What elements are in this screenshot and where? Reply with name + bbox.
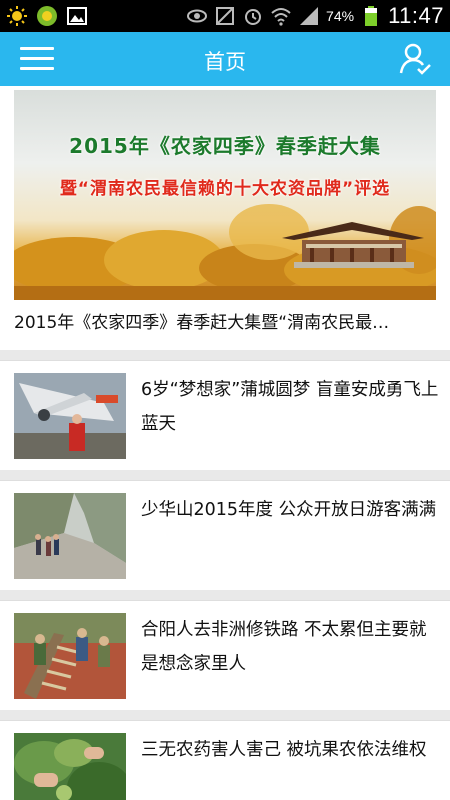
clock: 11:47 bbox=[388, 3, 444, 28]
article-thumbnail[interactable] bbox=[14, 613, 126, 699]
article-thumbnail[interactable] bbox=[14, 493, 126, 579]
user-check-icon[interactable] bbox=[396, 40, 434, 78]
article-title[interactable]: 少华山2015年度 公众开放日游客满满 bbox=[141, 493, 439, 527]
list-item[interactable]: 三无农药害人害己 被坑果农依法维权 bbox=[0, 720, 450, 800]
banner-headline: 2015年《农家四季》春季赶大集 bbox=[69, 134, 381, 158]
featured-article-title[interactable]: 2015年《农家四季》春季赶大集暨“渭南农民最… bbox=[14, 308, 436, 333]
battery-percent: 74% bbox=[326, 8, 355, 24]
eye-icon bbox=[186, 5, 208, 27]
battery-icon bbox=[360, 5, 382, 27]
list-item[interactable]: 合阳人去非洲修铁路 不太累但主要就是想念家里人 bbox=[0, 600, 450, 710]
app-header: 首页 bbox=[0, 32, 450, 86]
article-title[interactable]: 合阳人去非洲修铁路 不太累但主要就是想念家里人 bbox=[141, 613, 439, 681]
article-title[interactable]: 6岁“梦想家”蒲城圆梦 盲童安成勇飞上蓝天 bbox=[141, 373, 439, 441]
article-title[interactable]: 三无农药害人害己 被坑果农依法维权 bbox=[141, 733, 439, 767]
app-notification-icon bbox=[36, 5, 58, 27]
image-notification-icon bbox=[66, 5, 88, 27]
news-list[interactable]: 2015年《农家四季》春季赶大集 暨“渭南农民最信赖的十大农资品牌”评选 201… bbox=[0, 86, 450, 800]
page-title: 首页 bbox=[204, 50, 246, 74]
wifi-icon bbox=[270, 5, 292, 27]
list-item[interactable]: 6岁“梦想家”蒲城圆梦 盲童安成勇飞上蓝天 bbox=[0, 360, 450, 470]
banner-subheadline: 暨“渭南农民最信赖的十大农资品牌”评选 bbox=[59, 179, 391, 199]
signal-icon bbox=[298, 5, 320, 27]
nfc-icon bbox=[214, 5, 236, 27]
alarm-icon bbox=[242, 5, 264, 27]
system-status-icons: 74% 11:47 bbox=[186, 3, 444, 29]
weather-sun-icon bbox=[6, 5, 28, 27]
list-item[interactable]: 少华山2015年度 公众开放日游客满满 bbox=[0, 480, 450, 590]
article-thumbnail[interactable] bbox=[14, 733, 126, 800]
article-thumbnail[interactable] bbox=[14, 373, 126, 459]
featured-banner-image[interactable]: 2015年《农家四季》春季赶大集 暨“渭南农民最信赖的十大农资品牌”评选 bbox=[14, 90, 436, 300]
notification-icons bbox=[6, 5, 88, 27]
status-bar: 74% 11:47 bbox=[0, 0, 450, 32]
featured-article[interactable]: 2015年《农家四季》春季赶大集 暨“渭南农民最信赖的十大农资品牌”评选 201… bbox=[0, 86, 450, 350]
